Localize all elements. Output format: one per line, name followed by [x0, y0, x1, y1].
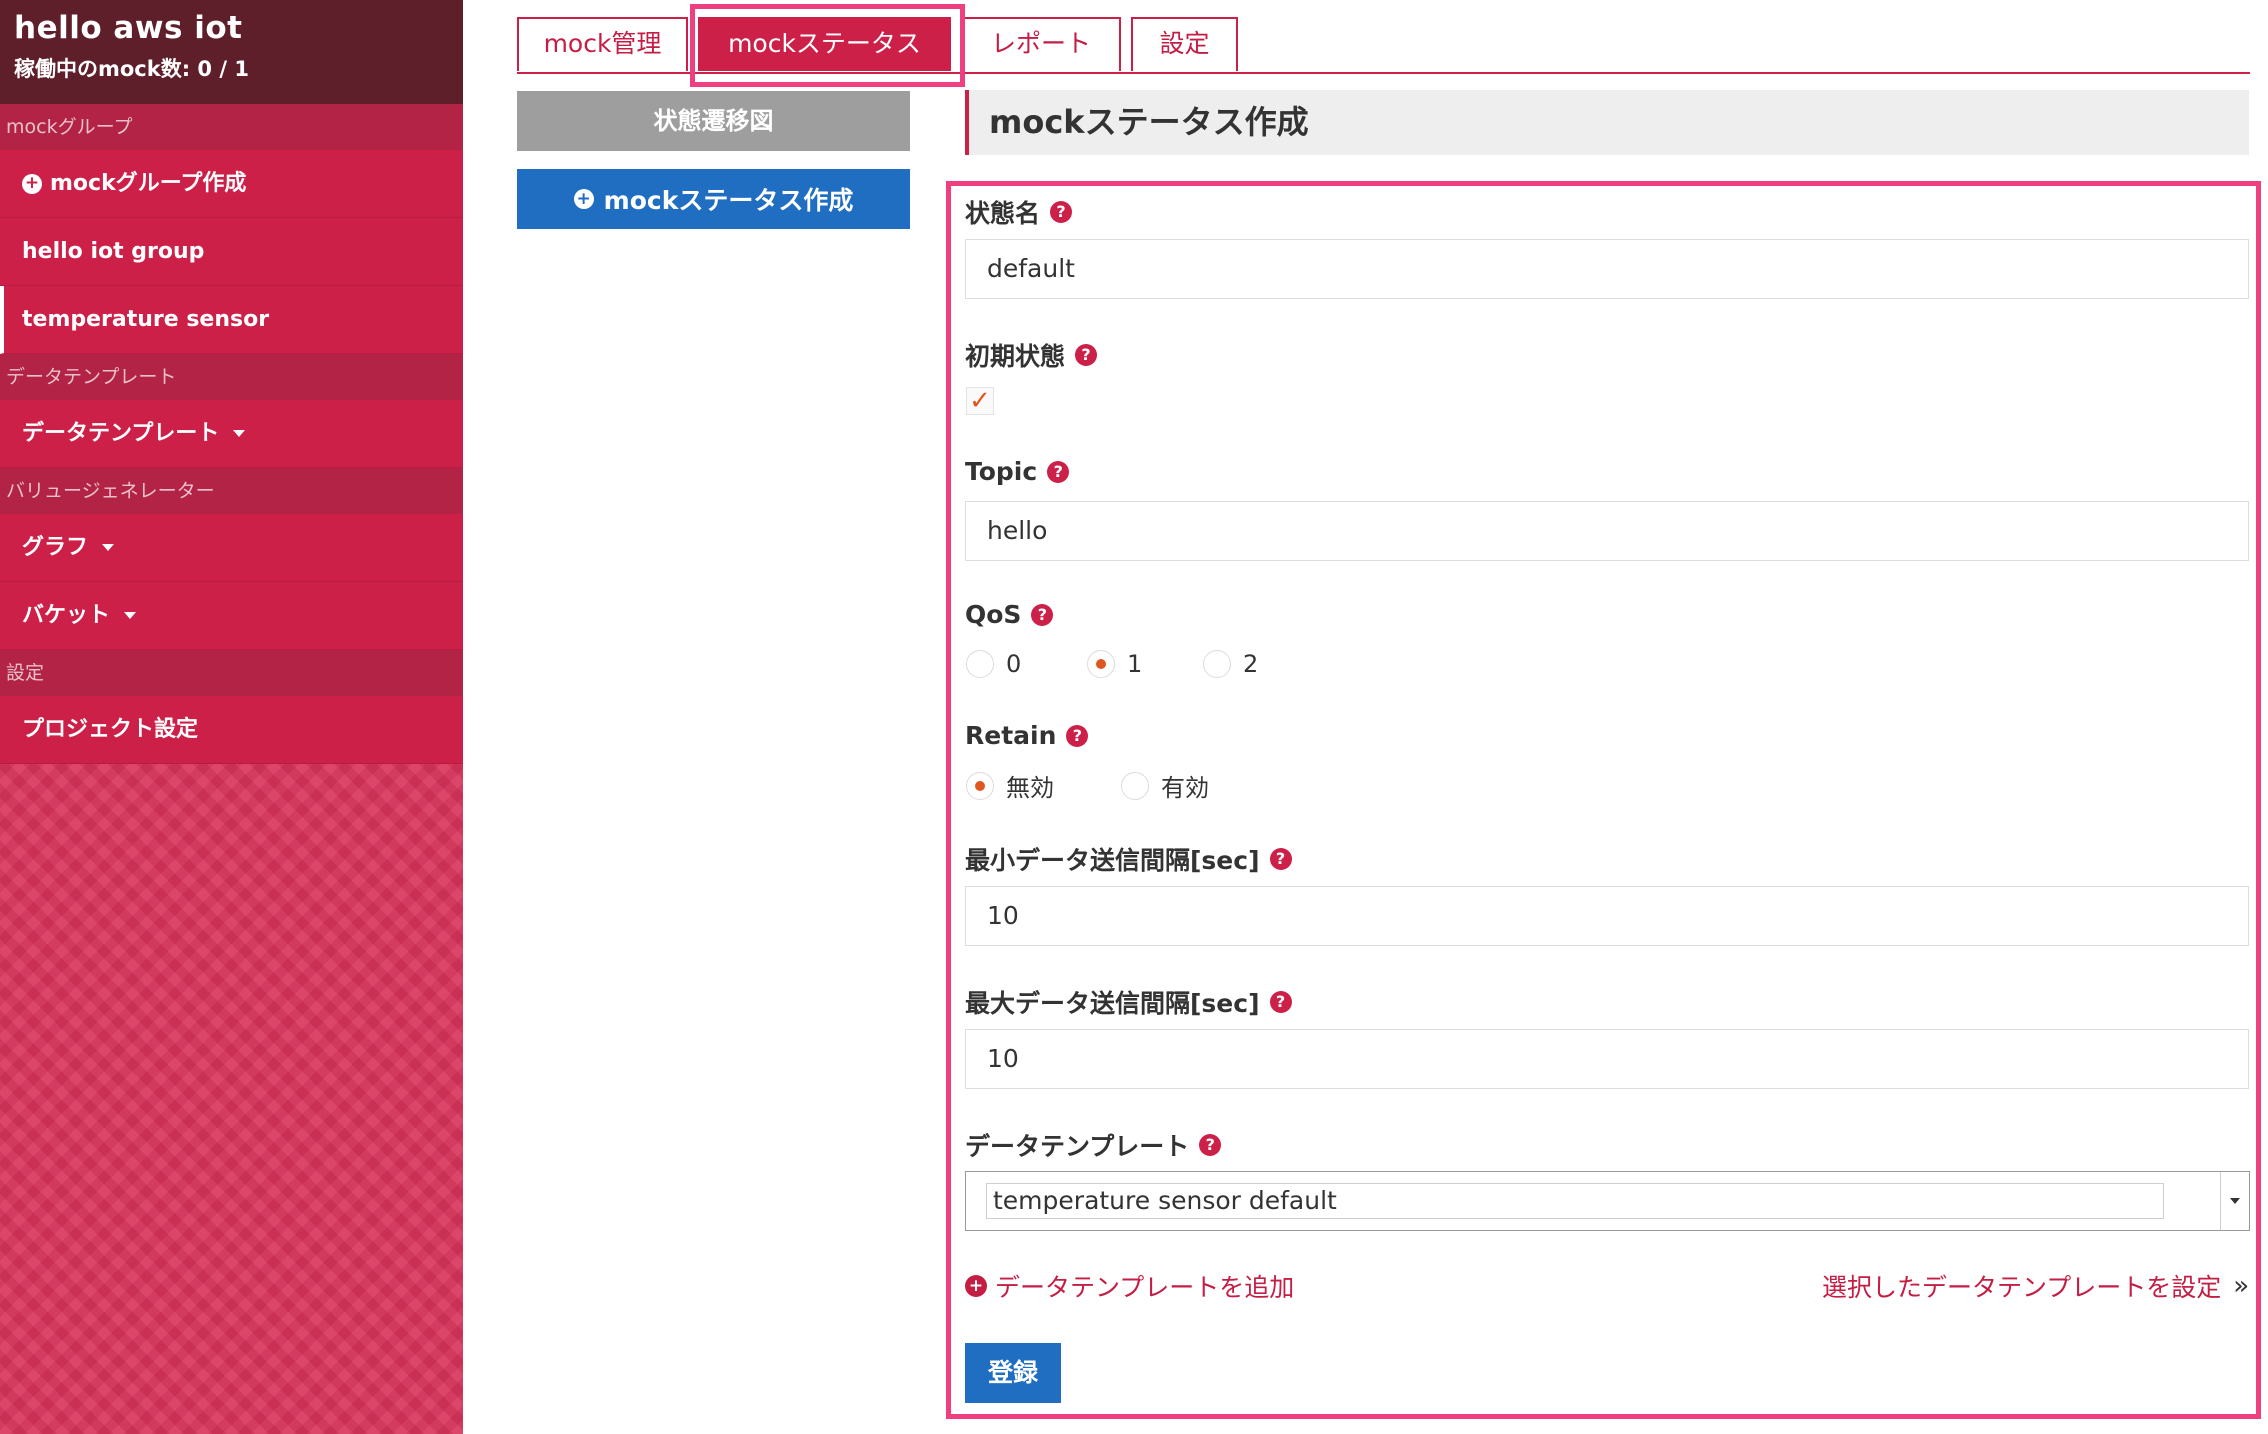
help-icon[interactable]: ? — [1050, 201, 1073, 223]
max-interval-input[interactable]: 10 — [965, 1029, 2249, 1089]
radio-icon — [966, 650, 994, 678]
sidebar-item-label: temperature sensor — [22, 306, 270, 332]
qos-radio-0[interactable]: 0 — [966, 650, 1021, 678]
state-name-label: 状態名 ? — [965, 194, 1073, 230]
data-template-label: データテンプレート ? — [965, 1127, 1222, 1163]
sidebar-section-settings: 設定 — [0, 650, 463, 696]
help-icon[interactable]: ? — [1031, 603, 1054, 626]
register-button[interactable]: 登録 — [965, 1343, 1061, 1403]
initial-state-label-text: 初期状態 — [965, 342, 1066, 371]
sidebar-header: hello aws iot 稼働中のmock数: 0 / 1 — [0, 0, 463, 104]
qos-option-label: 1 — [1127, 650, 1143, 678]
sidebar-section-value-generator: バリュージェネレーター — [0, 468, 463, 514]
radio-selected-icon — [1087, 650, 1115, 678]
radio-icon — [1121, 771, 1149, 800]
sidebar-item-bucket-dropdown[interactable]: バケット — [0, 582, 463, 650]
min-interval-input[interactable]: 10 — [965, 886, 2249, 946]
data-template-select-value: temperature sensor default — [986, 1183, 2164, 1219]
running-mock-count: 稼働中のmock数: 0 / 1 — [14, 57, 249, 81]
qos-radio-1[interactable]: 1 — [1087, 650, 1142, 678]
sidebar-item-label: バケット — [22, 602, 111, 628]
state-name-label-text: 状態名 — [965, 199, 1041, 228]
help-icon[interactable]: ? — [1075, 344, 1098, 366]
caret-down-icon — [102, 544, 115, 551]
tab-mock-management[interactable]: mock管理 — [517, 17, 688, 71]
radio-selected-icon — [966, 771, 994, 800]
retain-label: Retain ? — [965, 721, 1089, 750]
sidebar-item-label: hello iot group — [22, 238, 205, 264]
plus-circle-icon: + — [965, 1275, 987, 1297]
topic-label: Topic ? — [965, 457, 1070, 486]
state-name-input[interactable]: default — [965, 239, 2249, 299]
sidebar-item-create-mock-group[interactable]: + mockグループ作成 — [0, 150, 463, 218]
initial-state-checkbox[interactable]: ✓ — [966, 387, 994, 415]
add-data-template-link[interactable]: + データテンプレートを追加 — [965, 1268, 1294, 1304]
set-selected-template-link-text: 選択したデータテンプレートを設定 — [1822, 1273, 2222, 1302]
max-interval-label: 最大データ送信間隔[sec] ? — [965, 984, 1292, 1020]
max-interval-label-text: 最大データ送信間隔[sec] — [965, 989, 1260, 1018]
set-selected-template-link[interactable]: 選択したデータテンプレートを設定 » — [1822, 1268, 2249, 1304]
tab-report[interactable]: レポート — [961, 17, 1121, 71]
min-interval-label: 最小データ送信間隔[sec] ? — [965, 841, 1292, 877]
qos-option-label: 0 — [1006, 650, 1022, 678]
min-interval-label-text: 最小データ送信間隔[sec] — [965, 846, 1260, 875]
help-icon[interactable]: ? — [1269, 848, 1292, 870]
data-template-label-text: データテンプレート — [965, 1132, 1190, 1161]
sidebar-item-label: グラフ — [22, 534, 89, 560]
tab-mock-status[interactable]: mockステータス — [698, 17, 951, 71]
chevron-down-icon — [2230, 1198, 2240, 1204]
qos-label-text: QoS — [965, 600, 1022, 629]
sidebar-section-data-template: データテンプレート — [0, 354, 463, 400]
plus-circle-icon: + — [573, 189, 594, 209]
create-status-button-label: mockステータス作成 — [603, 186, 854, 215]
top-tab-bar: mock管理 mockステータス レポート 設定 — [517, 15, 2250, 74]
radio-icon — [1203, 650, 1231, 678]
topic-input[interactable]: hello — [965, 501, 2249, 561]
topic-label-text: Topic — [965, 457, 1038, 486]
retain-option-label: 有効 — [1161, 774, 1209, 802]
sidebar-item-hello-iot-group[interactable]: hello iot group — [0, 218, 463, 286]
sidebar-item-label: データテンプレート — [22, 420, 220, 446]
initial-state-label: 初期状態 ? — [965, 337, 1098, 373]
select-arrow[interactable] — [2220, 1172, 2249, 1230]
retain-option-label: 無効 — [1006, 774, 1054, 802]
sidebar-item-project-settings[interactable]: プロジェクト設定 — [0, 696, 463, 764]
help-icon[interactable]: ? — [1047, 460, 1070, 483]
retain-radio-enabled[interactable]: 有効 — [1121, 768, 1209, 803]
sidebar: hello aws iot 稼働中のmock数: 0 / 1 mockグループ … — [0, 0, 463, 1434]
qos-radio-2[interactable]: 2 — [1203, 650, 1258, 678]
caret-down-icon — [233, 430, 246, 437]
qos-label: QoS ? — [965, 600, 1054, 629]
retain-radio-disabled[interactable]: 無効 — [966, 768, 1054, 803]
help-icon[interactable]: ? — [1199, 1134, 1222, 1156]
page-title: mockステータス作成 — [965, 90, 2249, 155]
qos-option-label: 2 — [1243, 650, 1259, 678]
checkmark-icon: ✓ — [969, 386, 991, 416]
sidebar-section-mock-group: mockグループ — [0, 104, 463, 150]
state-diagram-button[interactable]: 状態遷移図 — [517, 91, 910, 151]
create-status-button[interactable]: + mockステータス作成 — [517, 169, 910, 229]
sidebar-item-graph-dropdown[interactable]: グラフ — [0, 514, 463, 582]
caret-down-icon — [124, 612, 137, 619]
help-icon[interactable]: ? — [1066, 724, 1089, 747]
data-template-select[interactable]: temperature sensor default — [965, 1171, 2250, 1231]
tab-settings[interactable]: 設定 — [1131, 17, 1238, 71]
double-chevron-right-icon: » — [2233, 1271, 2250, 1301]
sidebar-item-label: プロジェクト設定 — [22, 716, 199, 742]
retain-label-text: Retain — [965, 721, 1057, 750]
sidebar-item-temperature-sensor[interactable]: temperature sensor — [0, 286, 463, 354]
sidebar-item-label: mockグループ作成 — [50, 170, 247, 196]
help-icon[interactable]: ? — [1269, 991, 1292, 1013]
app-title[interactable]: hello aws iot — [14, 8, 449, 48]
plus-circle-icon: + — [22, 173, 42, 194]
add-data-template-link-text: データテンプレートを追加 — [995, 1273, 1295, 1302]
sidebar-item-data-template-dropdown[interactable]: データテンプレート — [0, 400, 463, 468]
